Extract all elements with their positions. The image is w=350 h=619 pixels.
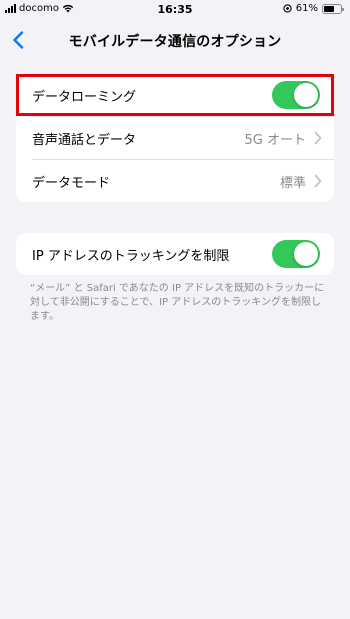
row-value: 5G オート (244, 132, 306, 148)
page-title: モバイルデータ通信のオプション (68, 34, 282, 50)
row-data-roaming[interactable]: データローミング (16, 74, 334, 116)
status-bar: docomo 16:35 61% (0, 0, 350, 20)
location-icon (283, 4, 292, 13)
battery-icon (322, 3, 344, 14)
status-right: 61% (283, 3, 344, 14)
data-roaming-toggle[interactable] (272, 81, 320, 109)
nav-bar: モバイルデータ通信のオプション (0, 22, 350, 58)
row-limit-ip-tracking[interactable]: IP アドレスのトラッキングを制限 (16, 233, 334, 275)
battery-fill (324, 5, 334, 12)
toggle-knob (294, 242, 318, 266)
row-label: 音声通話とデータ (32, 132, 137, 148)
limit-ip-tracking-toggle[interactable] (272, 240, 320, 268)
row-voice-and-data[interactable]: 音声通話とデータ 5G オート (16, 117, 334, 159)
chevron-right-icon (314, 131, 322, 145)
settings-group-cellular: データローミング 音声通話とデータ 5G オート データモード 標準 (16, 74, 334, 202)
screen: docomo 16:35 61% モバイルデータ通信のオプション データローミン… (0, 0, 350, 619)
row-label: IP アドレスのトラッキングを制限 (32, 248, 230, 264)
row-value: 標準 (279, 175, 306, 191)
toggle-knob (294, 83, 318, 107)
row-label: データモード (32, 175, 111, 191)
battery-percent: 61% (295, 3, 318, 14)
settings-group-ip-tracking: IP アドレスのトラッキングを制限 (16, 233, 334, 275)
chevron-right-icon (314, 174, 322, 188)
row-data-mode[interactable]: データモード 標準 (16, 160, 334, 202)
row-label: データローミング (32, 89, 137, 105)
ip-tracking-footnote: “メール” と Safari であなたの IP アドレスを既知のトラッカーに対し… (30, 283, 325, 322)
